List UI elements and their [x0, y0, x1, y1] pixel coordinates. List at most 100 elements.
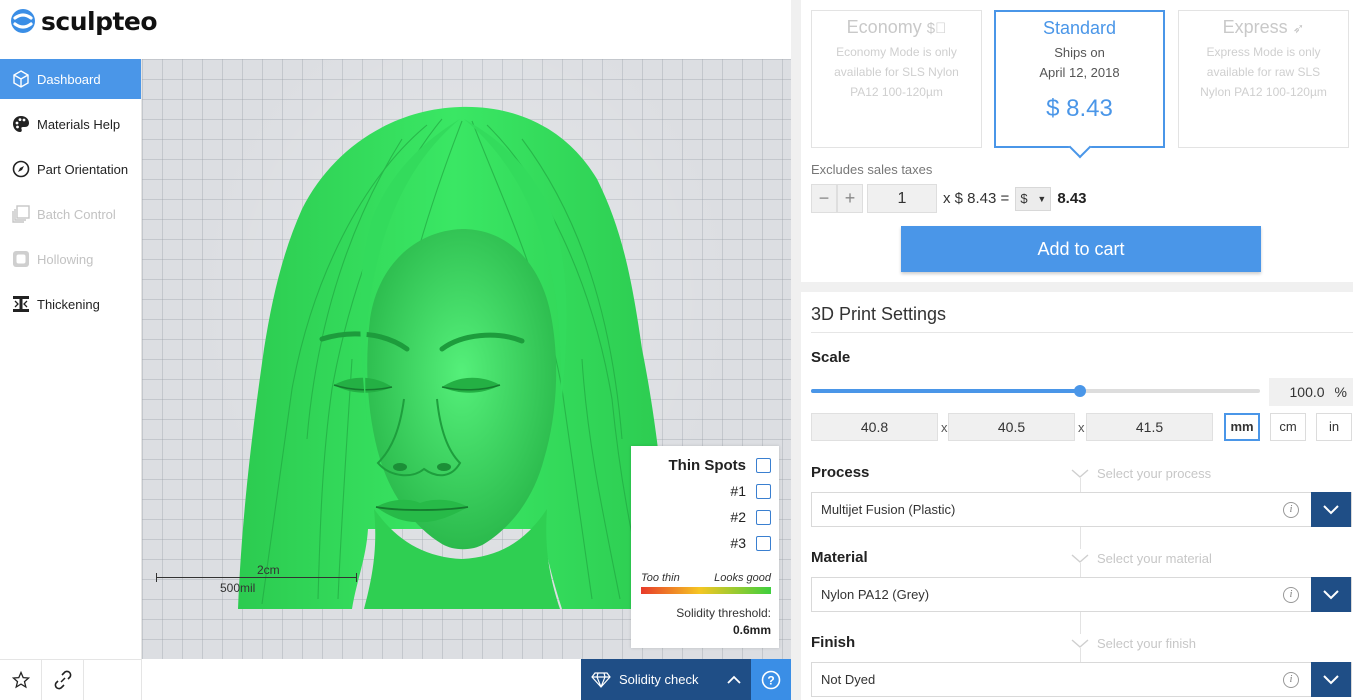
- material-label: Material: [811, 549, 868, 566]
- thin-spots-checkbox[interactable]: [756, 458, 771, 473]
- info-icon[interactable]: i: [1283, 671, 1299, 688]
- unit-cm-button[interactable]: cm: [1270, 413, 1306, 441]
- chevron-down-icon: [1071, 638, 1089, 648]
- help-button[interactable]: ?: [751, 659, 791, 700]
- percent-unit: %: [1334, 384, 1347, 400]
- brand-name: sculpteo: [41, 6, 158, 36]
- cube-icon: [11, 69, 31, 89]
- add-to-cart-button[interactable]: Add to cart: [901, 226, 1261, 272]
- sculpteo-logo[interactable]: sculpteo: [10, 4, 158, 38]
- material-dropdown-button[interactable]: [1311, 577, 1351, 612]
- sidebar-item-hollowing[interactable]: Hollowing: [0, 239, 141, 279]
- decrease-quantity-button[interactable]: −: [811, 184, 837, 213]
- scale-slider-handle[interactable]: [1074, 385, 1087, 397]
- tier-standard[interactable]: Standard Ships on April 12, 2018 $ 8.43: [994, 10, 1165, 159]
- workspace: sculpteo Dashboard Materials Help Part O…: [0, 0, 791, 700]
- print-settings: 3D Print Settings Scale 100.0 % x x mm c…: [801, 292, 1353, 700]
- dimension-separator: x: [941, 420, 948, 435]
- sidebar-item-batch-control[interactable]: Batch Control: [0, 194, 141, 234]
- thin-spots-toggle-row[interactable]: Thin Spots: [669, 457, 771, 474]
- sidebar-item-part-orientation[interactable]: Part Orientation: [0, 149, 141, 189]
- rocket-icon: ➶: [1292, 20, 1305, 36]
- tier-name: Express ➶: [1222, 17, 1305, 37]
- material-value: Nylon PA12 (Grey): [821, 587, 930, 602]
- sidebar-item-dashboard[interactable]: Dashboard: [0, 59, 141, 99]
- scale-label: Scale: [811, 349, 851, 366]
- solidity-check-bar: Solidity check ?: [581, 659, 791, 700]
- scale-percent-field[interactable]: 100.0 %: [1269, 378, 1353, 406]
- process-value: Multijet Fusion (Plastic): [821, 502, 956, 517]
- process-dropdown-button[interactable]: [1311, 492, 1351, 527]
- share-link-button[interactable]: [42, 660, 84, 700]
- thin-spot-1-checkbox[interactable]: [756, 483, 771, 499]
- process-select[interactable]: Multijet Fusion (Plastic) i: [811, 492, 1352, 527]
- scale-bar-metric-label: 2cm: [257, 563, 280, 577]
- material-hint: Select your material: [1071, 551, 1212, 566]
- currency-select[interactable]: $ ▼: [1015, 186, 1052, 211]
- unit-mm-button[interactable]: mm: [1224, 413, 1260, 441]
- chevron-down-icon: [1071, 553, 1089, 563]
- thin-spot-2-checkbox[interactable]: [756, 509, 771, 525]
- unit-in-button[interactable]: in: [1316, 413, 1352, 441]
- sidebar-item-label: Dashboard: [37, 71, 101, 87]
- help-icon: ?: [761, 670, 781, 689]
- solidity-threshold-value: 0.6mm: [732, 623, 771, 637]
- tax-note: Excludes sales taxes: [811, 162, 933, 177]
- solidity-threshold-label: Solidity threshold:: [676, 606, 771, 620]
- tier-economy[interactable]: Economy $⃠ Economy Mode is only availabl…: [811, 10, 982, 148]
- finish-select[interactable]: Not Dyed i: [811, 662, 1352, 697]
- scale-slider[interactable]: [811, 385, 1260, 397]
- sidebar-item-thickening[interactable]: Thickening: [0, 284, 141, 324]
- thin-spot-option-label: #2: [730, 509, 746, 525]
- connector-line: [1080, 527, 1081, 549]
- chevron-down-icon: [1071, 468, 1089, 478]
- thin-spot-option[interactable]: #1: [730, 483, 771, 499]
- sidebar-item-label: Hollowing: [37, 251, 94, 267]
- link-icon: [54, 670, 71, 690]
- ships-on-label: Ships on: [1054, 45, 1105, 60]
- quantity-input[interactable]: [867, 184, 937, 213]
- connector-line: [1080, 612, 1081, 634]
- thickness-legend: Too thin Looks good: [641, 572, 771, 584]
- currency-value: $: [1020, 191, 1028, 206]
- thin-spot-option[interactable]: #2: [730, 509, 771, 525]
- dimension-x-input[interactable]: [811, 413, 938, 441]
- i-beam-icon: [11, 294, 31, 314]
- settings-heading: 3D Print Settings: [811, 304, 947, 324]
- order-panel: Economy $⃠ Economy Mode is only availabl…: [801, 0, 1353, 700]
- chevron-down-icon: [1323, 589, 1339, 599]
- svg-text:?: ?: [767, 673, 774, 687]
- finish-dropdown-button[interactable]: [1311, 662, 1351, 697]
- sculpteo-logo-icon: [11, 9, 35, 33]
- process-label: Process: [811, 464, 870, 481]
- increase-quantity-button[interactable]: +: [837, 184, 863, 213]
- info-icon[interactable]: i: [1283, 586, 1299, 603]
- tier-name: Standard: [1042, 18, 1117, 38]
- palette-icon: [11, 114, 31, 134]
- legend-low-label: Too thin: [641, 572, 680, 584]
- tier-express[interactable]: Express ➶ Express Mode is only available…: [1178, 10, 1349, 148]
- material-select[interactable]: Nylon PA12 (Grey) i: [811, 577, 1352, 612]
- caret-down-icon: ▼: [1037, 193, 1047, 204]
- scale-bar-line: [156, 577, 356, 578]
- sidebar-item-materials-help[interactable]: Materials Help: [0, 104, 141, 144]
- thin-spot-option[interactable]: #3: [730, 535, 771, 551]
- info-icon[interactable]: i: [1283, 501, 1299, 518]
- sidebar-item-label: Thickening: [37, 296, 100, 312]
- dimension-z-input[interactable]: [1086, 413, 1213, 441]
- process-hint: Select your process: [1071, 466, 1211, 481]
- ship-date: April 12, 2018: [1039, 65, 1120, 80]
- unit-price-text: x $ 8.43 =: [943, 190, 1010, 207]
- thin-spot-3-checkbox[interactable]: [756, 535, 771, 551]
- scale-slider-fill: [811, 389, 1081, 393]
- dimension-y-input[interactable]: [948, 413, 1075, 441]
- expand-panel-button[interactable]: [717, 659, 751, 700]
- thin-spots-panel: Thin Spots #1 #2 #3 Too thin Looks good …: [631, 446, 779, 648]
- tier-name: Economy $⃠: [846, 17, 947, 37]
- favorite-button[interactable]: [0, 660, 42, 700]
- solidity-check-button[interactable]: Solidity check: [581, 659, 717, 700]
- quantity-row: − + x $ 8.43 = $ ▼ 8.43: [811, 184, 1087, 213]
- tier-description: Economy Mode is only available for SLS N…: [834, 45, 959, 99]
- sidebar-item-label: Batch Control: [37, 206, 116, 222]
- money-icon: $⃠: [926, 20, 947, 37]
